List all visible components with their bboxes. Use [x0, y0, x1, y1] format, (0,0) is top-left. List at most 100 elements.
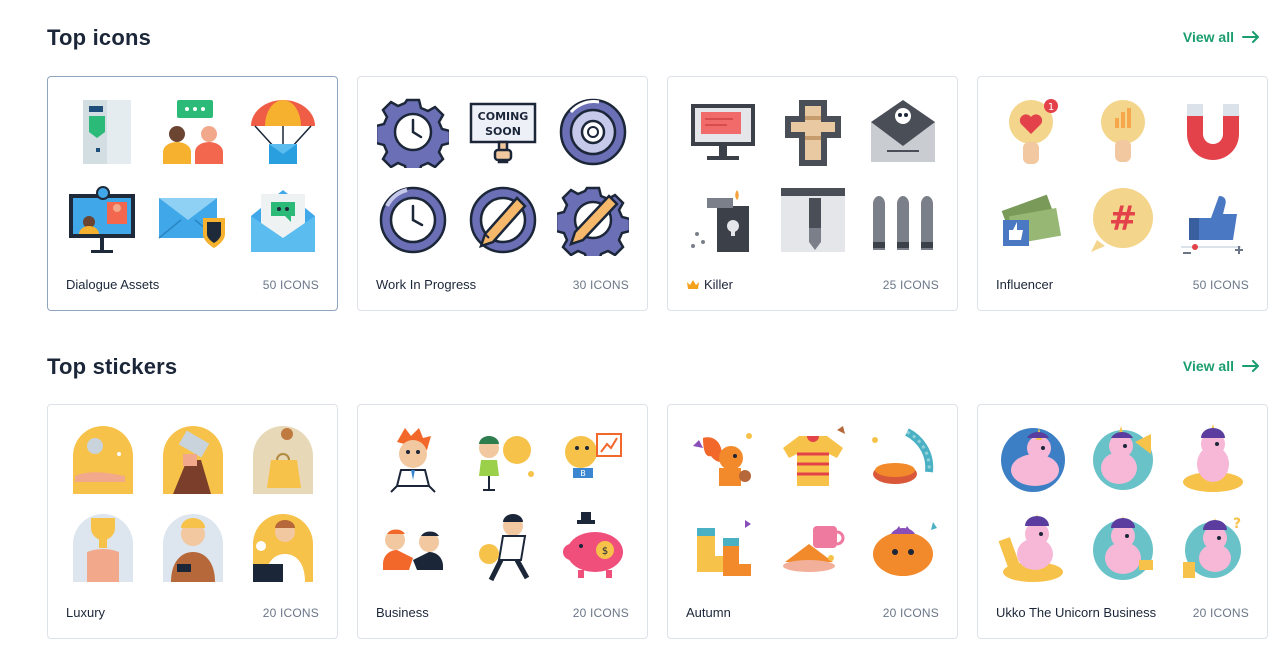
view-all-stickers-link[interactable]: View all [1183, 356, 1260, 376]
pack-name-wrapper: Killer [686, 277, 733, 292]
pack-preview [58, 417, 330, 591]
sun-money-sticker [458, 417, 548, 503]
pack-card-business[interactable]: B $ Business 20 ICONS [357, 404, 648, 639]
unicorn-money-sticker [1168, 417, 1258, 503]
lighter-icon [678, 177, 768, 263]
card-footer: Influencer 50 ICONS [996, 277, 1249, 292]
unicorn-question-sticker: ? [1168, 505, 1258, 591]
pack-card-luxury[interactable]: Luxury 20 ICONS [47, 404, 338, 639]
pack-preview: 1 # [988, 89, 1260, 263]
pack-card-ukko-unicorn[interactable]: ? Ukko The Unicorn Business 20 ICONS [977, 404, 1268, 639]
card-footer: Work In Progress 30 ICONS [376, 277, 629, 292]
unicorn-thinking-sticker [988, 417, 1078, 503]
pack-card-influencer[interactable]: 1 # Influencer 50 ICONS [977, 76, 1268, 311]
money-like-icon [988, 177, 1078, 263]
parachute-mail-icon [238, 89, 328, 175]
luxury-card-hand-sticker [148, 417, 238, 503]
squirrel-sticker [678, 417, 768, 503]
view-all-label: View all [1182, 358, 1234, 374]
pack-preview: ? [988, 417, 1260, 591]
pack-name: Business [376, 605, 429, 620]
luxury-man-sticker [148, 505, 238, 591]
pack-preview: B $ [368, 417, 640, 591]
pack-card-dialogue-assets[interactable]: Dialogue Assets 50 ICONS [47, 76, 338, 311]
icon-packs-grid: Dialogue Assets 50 ICONS COMING SOON Work… [47, 76, 1268, 311]
svg-text:$: $ [602, 546, 608, 557]
tea-pie-sticker [768, 505, 858, 591]
svg-text:SOON: SOON [485, 125, 521, 138]
top-stickers-header: Top stickers View all [47, 352, 1260, 382]
card-footer: Autumn 20 ICONS [686, 605, 939, 620]
redhead-businessman-sticker [368, 417, 458, 503]
pack-preview: COMING SOON [368, 89, 640, 263]
view-all-label: View all [1182, 29, 1234, 45]
clock-cycle-icon [368, 177, 458, 263]
sticker-packs-grid: Luxury 20 ICONS B $ Business 20 ICONS Au… [47, 404, 1268, 639]
running-businessman-sticker [458, 505, 548, 591]
pack-count: 50 ICONS [262, 277, 319, 292]
video-call-icon [58, 177, 148, 263]
pack-name: Dialogue Assets [66, 277, 160, 292]
handshake-sticker [368, 505, 458, 591]
unicorn-megaphone-sticker [1078, 417, 1168, 503]
people-chat-icon [148, 89, 238, 175]
pack-count: 25 ICONS [882, 277, 939, 292]
top-icons-header: Top icons View all [47, 23, 1260, 53]
mobile-chat-icon [58, 89, 148, 175]
luxury-laptop-sticker [238, 505, 328, 591]
secure-mail-icon [148, 177, 238, 263]
pack-card-autumn[interactable]: Autumn 20 ICONS [667, 404, 958, 639]
pack-count: 50 ICONS [1192, 277, 1249, 292]
bullets-icon [858, 177, 948, 263]
unicorn-cash-sticker [988, 505, 1078, 591]
like-notification-icon: 1 [988, 89, 1078, 175]
crown-icon [687, 280, 699, 289]
luxury-trophy-sticker [58, 505, 148, 591]
knife-window-icon [768, 177, 858, 263]
card-footer: Luxury 20 ICONS [66, 605, 319, 620]
svg-text:COMING: COMING [478, 110, 529, 123]
coming-soon-sign-icon: COMING SOON [458, 89, 548, 175]
pack-name: Autumn [686, 605, 731, 620]
arrow-right-icon [1242, 360, 1259, 372]
pumpkin-cat-sticker [858, 505, 948, 591]
bitcoin-chart-sticker: B [548, 417, 638, 503]
boots-sticker [678, 505, 768, 591]
pack-preview [678, 417, 950, 591]
magnet-icon [1168, 89, 1258, 175]
monitor-icon [678, 89, 768, 175]
arrow-right-icon [1242, 31, 1259, 43]
view-all-icons-link[interactable]: View all [1183, 27, 1260, 47]
mail-chat-icon [238, 177, 328, 263]
section-title: Top icons [47, 25, 152, 50]
svg-text:1: 1 [1048, 102, 1054, 113]
pack-name: Luxury [66, 605, 106, 620]
hashtag-bubble-icon: # [1078, 177, 1168, 263]
pack-count: 20 ICONS [262, 605, 319, 620]
pack-count: 20 ICONS [572, 605, 629, 620]
pie-scarf-sticker [858, 417, 948, 503]
pack-preview [58, 89, 330, 263]
card-footer: Business 20 ICONS [376, 605, 629, 620]
pack-card-killer[interactable]: Killer 25 ICONS [667, 76, 958, 311]
card-footer: Killer 25 ICONS [686, 277, 939, 292]
svg-text:B: B [580, 469, 586, 478]
pack-count: 30 ICONS [572, 277, 629, 292]
stats-hand-icon [1078, 89, 1168, 175]
gear-clock-icon [368, 89, 458, 175]
pack-count: 20 ICONS [1192, 605, 1249, 620]
svg-text:#: # [1109, 199, 1138, 239]
pack-count: 20 ICONS [882, 605, 939, 620]
pack-card-work-in-progress[interactable]: COMING SOON Work In Progress 30 ICONS [357, 76, 648, 311]
unicorn-shield-sticker [1078, 505, 1168, 591]
pack-name: Influencer [996, 277, 1054, 292]
section-title: Top stickers [47, 354, 178, 379]
luxury-ring-hand-sticker [58, 417, 148, 503]
gear-pencil-icon [548, 177, 638, 263]
pencil-cycle-icon [458, 177, 548, 263]
piggy-bank-sticker: $ [548, 505, 638, 591]
pack-name: Ukko The Unicorn Business [996, 605, 1157, 620]
pack-name: Work In Progress [376, 277, 477, 292]
svg-text:?: ? [1233, 516, 1241, 532]
luxury-bag-sticker [238, 417, 328, 503]
